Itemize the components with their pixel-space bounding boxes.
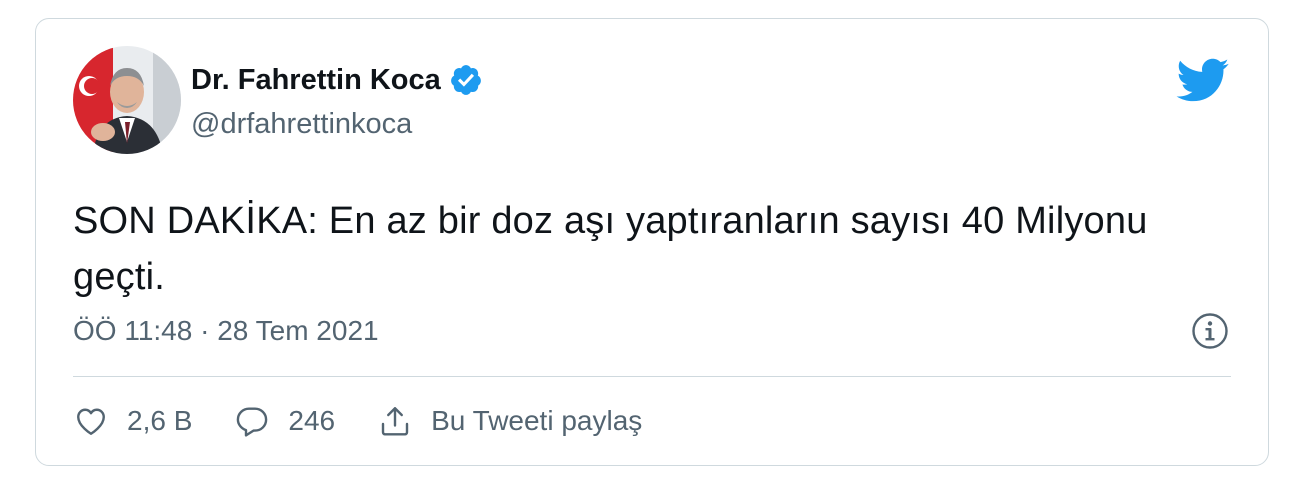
share-label: Bu Tweeti paylaş	[431, 405, 643, 436]
author-name-row[interactable]: Dr. Fahrettin Koca	[191, 63, 483, 97]
action-bar: 2,6 B 246 Bu Tweeti paylaş	[73, 403, 684, 439]
tweet-timestamp[interactable]: ÖÖ 11:48 · 28 Tem 2021	[73, 315, 379, 347]
share-icon	[381, 407, 409, 436]
share-button[interactable]: Bu Tweeti paylaş	[377, 403, 642, 439]
heart-icon	[77, 408, 105, 435]
like-count: 2,6 B	[127, 405, 193, 436]
info-icon[interactable]	[1190, 311, 1230, 351]
twitter-bird-icon[interactable]	[1174, 57, 1230, 103]
like-button[interactable]: 2,6 B	[73, 403, 192, 439]
reply-bubble-icon	[237, 407, 268, 437]
tweet-card[interactable]: Dr. Fahrettin Koca @drfahrettinkoca SON …	[35, 18, 1269, 466]
author-name[interactable]: Dr. Fahrettin Koca	[191, 63, 441, 97]
verified-badge-icon	[449, 63, 483, 97]
divider	[73, 376, 1231, 377]
avatar[interactable]	[73, 46, 181, 154]
reply-button[interactable]: 246	[234, 403, 335, 439]
author-handle[interactable]: @drfahrettinkoca	[191, 107, 412, 141]
reply-count: 246	[288, 405, 336, 436]
tweet-text: SON DAKİKA: En az bir doz aşı yaptıranla…	[73, 200, 1148, 298]
